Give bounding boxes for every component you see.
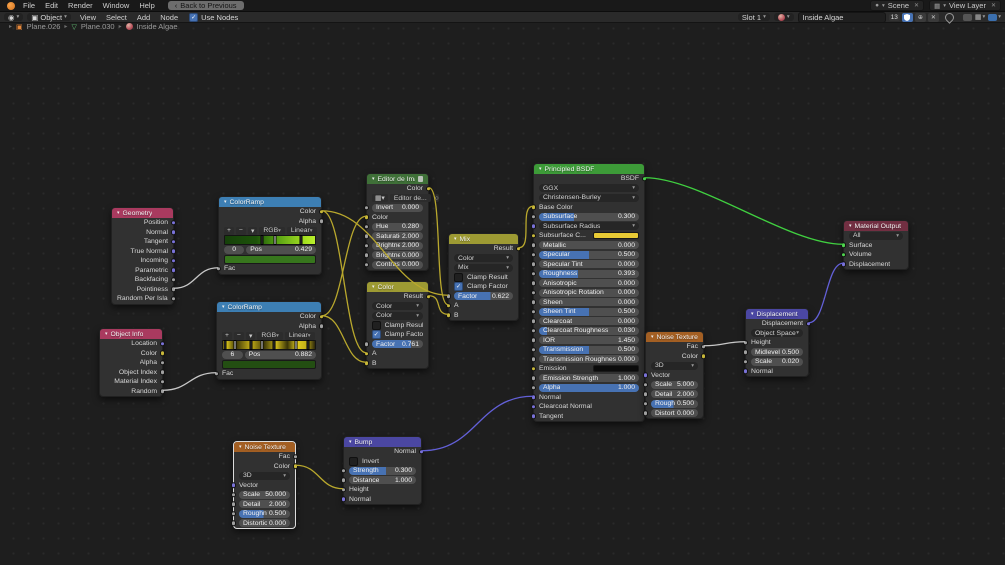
breadcrumb-material[interactable]: Inside Algae xyxy=(137,22,178,31)
menu-add[interactable]: Add xyxy=(132,13,155,22)
view-layer-name: View Layer xyxy=(949,1,986,10)
shader-type-label: Object xyxy=(40,13,62,22)
material-icon xyxy=(778,14,785,21)
topbar: File Edit Render Window Help ‹ Back to P… xyxy=(0,0,1005,12)
shader-editor-icon: ◉ xyxy=(8,13,15,22)
material-name-field[interactable]: Inside Algae xyxy=(798,12,886,23)
material-icon xyxy=(126,23,133,30)
node-wire xyxy=(645,178,843,245)
unlink-material-button[interactable]: ✕ xyxy=(928,13,939,22)
node-wire xyxy=(322,211,448,296)
scene-name: Scene xyxy=(888,1,909,10)
node-wire xyxy=(519,206,533,248)
menu-file[interactable]: File xyxy=(18,1,40,10)
chevron-right-icon: ▸ xyxy=(64,23,67,30)
node-wire xyxy=(174,268,218,289)
chevron-down-icon: ▾ xyxy=(763,14,766,20)
shield-icon xyxy=(904,14,910,21)
object-icon: ▣ xyxy=(16,23,23,31)
node-wire xyxy=(322,211,366,353)
shader-editor-header: ◉▾ ▣ Object ▾ View Select Add Node ✓ Use… xyxy=(0,12,1005,23)
node-wire xyxy=(163,373,216,391)
fake-user-button[interactable] xyxy=(902,13,913,22)
node-wire xyxy=(429,296,448,315)
chevron-down-icon: ▾ xyxy=(787,14,790,20)
chevron-down-icon: ▾ xyxy=(17,14,20,20)
node-wire xyxy=(422,396,533,451)
editor-type-button[interactable]: ◉▾ xyxy=(4,13,23,21)
mesh-data-icon: ▽ xyxy=(71,23,76,31)
node-wire xyxy=(704,342,745,346)
chevron-down-icon: ▾ xyxy=(998,14,1001,20)
scene-selector[interactable]: ●▾ Scene ✕ xyxy=(870,0,924,11)
object-icon: ▣ xyxy=(31,13,38,22)
node-wire xyxy=(296,465,343,489)
chevron-down-icon: ▾ xyxy=(943,3,946,9)
back-to-previous-label: Back to Previous xyxy=(180,1,236,10)
menu-edit[interactable]: Edit xyxy=(40,1,63,10)
menu-view[interactable]: View xyxy=(75,13,101,22)
use-nodes-label: Use Nodes xyxy=(201,13,238,22)
close-icon[interactable]: ✕ xyxy=(912,2,919,9)
menu-select[interactable]: Select xyxy=(101,13,132,22)
material-users-badge[interactable]: 13 xyxy=(889,14,900,21)
chevron-down-icon: ▾ xyxy=(64,14,67,20)
menu-window[interactable]: Window xyxy=(98,1,135,10)
snap-grid-icon: ▦ xyxy=(975,13,982,21)
image-icon xyxy=(988,14,997,21)
new-material-button[interactable]: ⊕ xyxy=(915,13,926,22)
breadcrumb-object[interactable]: Plane.026 xyxy=(27,22,61,31)
material-browse-dropdown[interactable]: ▾ xyxy=(774,13,794,21)
node-wire xyxy=(322,316,366,363)
view-layer-selector[interactable]: ▦▾ View Layer ✕ xyxy=(929,0,1001,11)
breadcrumb: ▸ ▣ Plane.026 ▸ ▽ Plane.030 ▸ Inside Alg… xyxy=(9,22,178,31)
pin-icon[interactable] xyxy=(943,11,956,24)
overlays-icon xyxy=(963,14,972,21)
node-wire xyxy=(429,188,448,305)
slot-dropdown[interactable]: Slot 1 ▾ xyxy=(738,13,770,21)
back-arrow-icon: ‹ xyxy=(175,1,178,10)
node-wire xyxy=(322,216,366,316)
back-to-previous-button[interactable]: ‹ Back to Previous xyxy=(168,1,244,10)
menu-render[interactable]: Render xyxy=(63,1,98,10)
view-layer-icon: ▦ xyxy=(934,2,940,10)
shader-type-dropdown[interactable]: ▣ Object ▾ xyxy=(27,13,71,21)
menu-node[interactable]: Node xyxy=(155,13,183,22)
breadcrumb-mesh[interactable]: Plane.030 xyxy=(81,22,115,31)
scene-icon: ● xyxy=(875,2,879,9)
blender-logo-icon[interactable] xyxy=(7,2,15,10)
slot-label: Slot 1 xyxy=(742,13,761,22)
editor-mode-dropdown[interactable]: ▾ xyxy=(988,14,1001,21)
close-icon[interactable]: ✕ xyxy=(989,2,996,9)
chevron-right-icon: ▸ xyxy=(9,23,12,30)
chevron-down-icon: ▾ xyxy=(882,3,885,9)
chevron-right-icon: ▸ xyxy=(119,23,122,30)
snapping-dropdown[interactable]: ▦▾ xyxy=(975,13,985,21)
menu-help[interactable]: Help xyxy=(134,1,159,10)
node-wire xyxy=(809,263,843,323)
node-overlays-button[interactable] xyxy=(963,14,972,21)
chevron-down-icon: ▾ xyxy=(982,14,985,20)
material-name: Inside Algae xyxy=(803,13,844,22)
use-nodes-checkbox[interactable]: ✓ xyxy=(189,13,198,22)
